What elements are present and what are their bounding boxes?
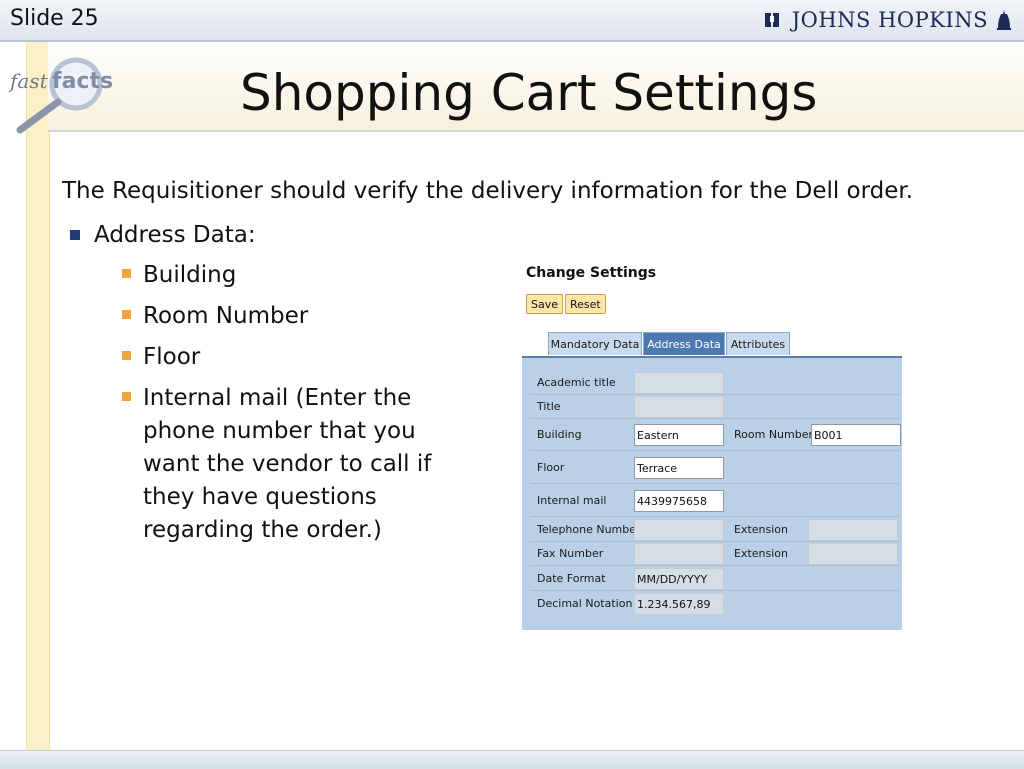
room-number-input[interactable]: B001	[811, 424, 901, 446]
slide-header-bar: Slide 25 JOHNS HOPKINS	[0, 0, 1024, 42]
decimal-notation-field: 1.234.567,89	[634, 593, 724, 615]
bullet-square-icon	[122, 392, 131, 401]
bullet-square-icon	[70, 230, 80, 240]
save-button[interactable]: Save	[526, 294, 564, 314]
date-format-field: MM/DD/YYYY	[634, 568, 724, 590]
sub-bullet-building: Building	[122, 259, 236, 292]
tab-attributes[interactable]: Attributes	[726, 332, 790, 355]
building-label: Building	[537, 428, 582, 441]
row-divider	[530, 483, 900, 484]
slide-number: Slide 25	[10, 6, 99, 31]
row-telephone: Telephone Number Extension	[530, 517, 900, 541]
bullet-square-icon	[122, 269, 131, 278]
sub-bullet-label: Room Number	[143, 303, 309, 329]
floor-label: Floor	[537, 461, 565, 474]
telephone-field	[634, 519, 724, 541]
title-field	[634, 396, 724, 418]
row-building: Building Eastern Room Number B001	[530, 422, 901, 446]
telephone-extension-label: Extension	[734, 523, 789, 536]
floor-input[interactable]: Terrace	[634, 457, 724, 479]
title-label: Title	[537, 400, 561, 413]
date-format-label: Date Format	[537, 572, 606, 585]
row-decimal-notation: Decimal Notation 1.234.567,89	[530, 591, 900, 615]
bullet-label: Address Data:	[94, 222, 256, 248]
change-settings-heading: Change Settings	[526, 265, 657, 281]
sub-bullet-label: Floor	[143, 344, 201, 370]
footer-bar	[0, 750, 1024, 769]
bullet-square-icon	[122, 310, 131, 319]
sub-bullet-label: Building	[143, 262, 237, 288]
slide-frame: Slide 25 JOHNS HOPKINS fast facts Shoppi…	[0, 0, 1024, 769]
fax-field	[634, 543, 724, 565]
address-form: Academic title Title Building Eastern Ro…	[530, 366, 901, 624]
tab-mandatory-data[interactable]: Mandatory Data	[548, 332, 642, 355]
fast-facts-logo: fast facts	[8, 57, 113, 134]
telephone-label: Telephone Number	[537, 523, 641, 536]
bullet-address-data: Address Data:	[70, 222, 256, 248]
reset-button[interactable]: Reset	[565, 294, 606, 314]
tab-address-data[interactable]: Address Data	[643, 332, 725, 355]
fax-extension-label: Extension	[734, 547, 789, 560]
row-divider	[530, 418, 900, 419]
row-date-format: Date Format MM/DD/YYYY	[530, 566, 900, 590]
fax-label: Fax Number	[537, 547, 604, 560]
row-divider	[530, 450, 900, 451]
sub-bullet-label: Internal mail (Enter the phone number th…	[143, 385, 432, 543]
internal-mail-label: Internal mail	[537, 494, 607, 507]
sub-bullet-floor: Floor	[122, 341, 200, 374]
academic-title-field	[634, 372, 724, 394]
building-input[interactable]: Eastern	[634, 424, 724, 446]
row-title: Title	[530, 394, 900, 418]
sub-bullet-internal-mail: Internal mail (Enter the phone number th…	[122, 382, 452, 547]
intro-text: The Requisitioner should verify the deli…	[62, 178, 914, 204]
brand-text: JOHNS HOPKINS	[791, 8, 988, 32]
dome-icon	[997, 10, 1011, 30]
telephone-extension-field	[808, 519, 898, 541]
svg-text:fast: fast	[8, 69, 49, 93]
row-floor: Floor Terrace	[530, 455, 900, 479]
academic-title-label: Academic title	[537, 376, 616, 389]
row-internal-mail: Internal mail 4439975658	[530, 488, 900, 512]
slide-title: Shopping Cart Settings	[240, 64, 818, 122]
row-fax: Fax Number Extension	[530, 541, 900, 565]
tab-strip: Mandatory Data Address Data Attributes	[522, 328, 902, 358]
room-number-label: Room Number	[734, 428, 814, 441]
jhu-brand: JOHNS HOPKINS	[764, 6, 1012, 34]
decimal-notation-label: Decimal Notation	[537, 597, 633, 610]
left-accent-strip	[26, 42, 50, 754]
svg-text:facts: facts	[52, 69, 113, 94]
row-academic-title: Academic title	[530, 370, 900, 394]
fax-extension-field	[808, 543, 898, 565]
bullet-square-icon	[122, 351, 131, 360]
sub-bullet-room-number: Room Number	[122, 300, 308, 333]
internal-mail-input[interactable]: 4439975658	[634, 490, 724, 512]
settings-panel: Mandatory Data Address Data Attributes A…	[522, 328, 902, 630]
jhu-shield-icon	[764, 13, 779, 27]
